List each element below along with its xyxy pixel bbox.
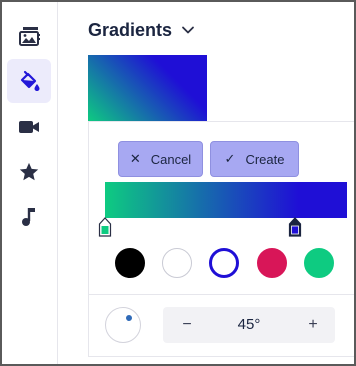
decrement-button[interactable]: − [177,315,197,335]
sidebar-rail [2,2,58,364]
create-button[interactable]: ✓ Create [210,141,299,177]
music-note-icon [20,206,38,228]
create-label: Create [245,151,285,167]
swatch-white[interactable] [162,248,192,278]
angle-handle[interactable] [126,315,132,321]
close-icon: ✕ [129,151,141,166]
sidebar-item-fill[interactable] [7,59,51,103]
swatch-green[interactable] [304,248,334,278]
increment-button[interactable]: + [303,315,323,335]
gradient-stop-start[interactable] [98,217,112,237]
video-camera-icon [18,118,40,136]
sidebar-item-audio[interactable] [7,195,51,239]
chevron-down-icon[interactable] [180,22,196,38]
sidebar-item-favorites[interactable] [7,150,51,194]
swatch-black[interactable] [115,248,145,278]
divider [89,294,354,295]
swatch-blue[interactable] [209,248,239,278]
sidebar-item-media[interactable] [7,15,51,59]
angle-stepper: − 45° + [163,307,335,343]
app-frame: Gradients ✕ Cancel ✓ Create − 45° + [0,0,356,366]
gradient-preview[interactable] [88,55,207,121]
swatch-crimson[interactable] [257,248,287,278]
sidebar-item-video[interactable] [7,105,51,149]
gradient-stop-end[interactable] [288,217,302,237]
media-library-icon [17,26,41,48]
cancel-label: Cancel [150,151,192,167]
page-title: Gradients [88,20,173,40]
angle-value[interactable]: 45° [223,316,275,333]
check-icon: ✓ [224,151,236,166]
cancel-button[interactable]: ✕ Cancel [118,141,203,177]
gradient-bar[interactable] [105,182,347,218]
star-icon [18,161,40,183]
paint-bucket-icon [18,70,40,92]
angle-dial[interactable] [105,307,141,343]
